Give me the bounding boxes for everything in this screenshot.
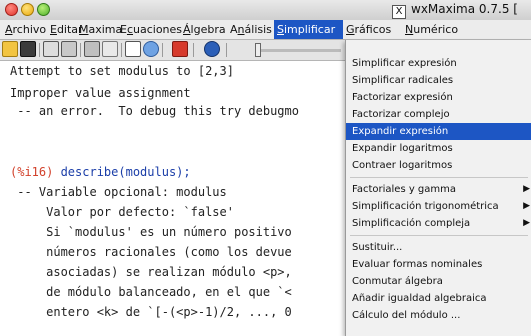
menu-item-simplificacion-compleja[interactable]: Simplificación compleja ▶: [346, 215, 531, 232]
output-text-line: asociadas) se realizan módulo <p>,: [10, 265, 292, 279]
menu-item-simplificar-expresion[interactable]: Simplificar expresión: [346, 55, 531, 72]
input-cell-line: (%i16) describe(modulus);: [10, 164, 191, 180]
animation-slider[interactable]: [255, 43, 261, 57]
select-all-icon[interactable]: [125, 41, 141, 57]
output-text-line: entero <k> de `[-(<p>-1)/2, ..., 0: [10, 305, 292, 319]
menu-maxima[interactable]: Maxima: [76, 20, 122, 39]
window-title-text: wxMaxima 0.7.5 [: [411, 2, 518, 16]
menu-item-factorizar-expresion[interactable]: Factorizar expresión: [346, 89, 531, 106]
menu-item-label: Contraer logaritmos: [352, 160, 453, 171]
minimize-window-button[interactable]: [21, 3, 34, 16]
preferences-icon[interactable]: [61, 41, 77, 57]
menu-item-label: Factorizar complejo: [352, 109, 450, 120]
output-text-line: Si `modulus' es un número positivo: [10, 225, 292, 239]
menu-item-sustituir[interactable]: Sustituir...: [346, 239, 531, 256]
menu-editar[interactable]: Editar: [47, 20, 83, 39]
menu-item-label: Simplificar radicales: [352, 75, 454, 86]
menu-archivo[interactable]: Archivo: [2, 20, 46, 39]
menu-item-label: Simplificación trigonométrica: [352, 201, 499, 212]
menu-item-expandir-expresion[interactable]: Expandir expresión: [346, 123, 531, 140]
toolbar-separator: [121, 43, 122, 57]
menu-item-label: Simplificación compleja: [352, 218, 471, 229]
print-icon[interactable]: [43, 41, 59, 57]
menu-item-label: Factorizar expresión: [352, 92, 453, 103]
menu-separator: [350, 177, 528, 178]
menu-item-label: Añadir igualdad algebraica: [352, 293, 487, 304]
output-text-line: de módulo balanceado, en el que `<: [10, 285, 292, 299]
input-label: (%i16): [10, 165, 61, 179]
save-icon[interactable]: [20, 41, 36, 57]
input-command[interactable]: describe(modulus);: [61, 165, 191, 179]
settings-icon[interactable]: [143, 41, 159, 57]
menu-item-label: Expandir logaritmos: [352, 143, 453, 154]
output-text-line: números racionales (como los devue: [10, 245, 292, 259]
output-text-line: Attempt to set modulus to [2,3]: [10, 64, 234, 78]
menu-item-contraer-logaritmos[interactable]: Contraer logaritmos: [346, 157, 531, 174]
cut-icon[interactable]: [102, 41, 118, 57]
menu-numerico[interactable]: Numérico: [402, 20, 462, 39]
output-text-line: Valor por defecto: `false': [10, 205, 234, 219]
output-text-line: -- Variable opcional: modulus: [10, 185, 227, 199]
toolbar-separator: [193, 43, 194, 57]
toolbar-separator: [80, 43, 81, 57]
output-text-line: -- an error. To debug this try debugmo: [10, 104, 299, 118]
menu-item-label: Evaluar formas nominales: [352, 259, 483, 270]
menu-item-evaluar-formas-nominales[interactable]: Evaluar formas nominales: [346, 256, 531, 273]
output-text-line: Improper value assignment: [10, 86, 191, 100]
menu-item-factoriales-y-gamma[interactable]: Factoriales y gamma ▶: [346, 181, 531, 198]
toolbar-separator: [162, 43, 163, 57]
menu-item-label: Sustituir...: [352, 242, 403, 253]
menu-item-label: Factoriales y gamma: [352, 184, 457, 195]
menu-item-label: Expandir expresión: [352, 126, 449, 137]
menu-simplificar[interactable]: Simplificar: [274, 20, 343, 39]
menu-item-label: Cálculo del módulo ...: [352, 310, 461, 321]
window-title: XwxMaxima 0.7.5 [: [392, 2, 518, 19]
menu-item-simplificacion-trigonometrica[interactable]: Simplificación trigonométrica ▶: [346, 198, 531, 215]
copy-icon[interactable]: [84, 41, 100, 57]
toolbar-separator: [226, 43, 227, 57]
menu-item-conmutar-algebra[interactable]: Conmutar álgebra: [346, 273, 531, 290]
info-icon[interactable]: [204, 41, 220, 57]
menu-item-label: Conmutar álgebra: [352, 276, 443, 287]
zoom-window-button[interactable]: [37, 3, 50, 16]
menu-item-label: Simplificar expresión: [352, 58, 457, 69]
menu-algebra[interactable]: Álgebra: [180, 20, 226, 39]
menu-item-anadir-igualdad-algebraica[interactable]: Añadir igualdad algebraica: [346, 290, 531, 307]
submenu-arrow-icon: ▶: [523, 218, 530, 228]
submenu-arrow-icon: ▶: [523, 184, 530, 194]
close-window-button[interactable]: [5, 3, 18, 16]
x11-app-icon: X: [392, 5, 406, 19]
menu-bar: Archivo Editar Maxima Ecuaciones Álgebra Anál…: [0, 20, 531, 40]
animation-slider-track: [261, 49, 341, 52]
open-folder-icon[interactable]: [2, 41, 18, 57]
stop-icon[interactable]: [172, 41, 188, 57]
menu-analisis[interactable]: Análisis: [227, 20, 273, 39]
title-bar: XwxMaxima 0.7.5 [: [0, 0, 531, 21]
menu-item-calculo-del-modulo[interactable]: Cálculo del módulo ...: [346, 307, 531, 324]
menu-graficos[interactable]: Gráficos: [343, 20, 403, 39]
worksheet[interactable]: Attempt to set modulus to [2,3] Improper …: [0, 61, 360, 336]
menu-ecuaciones[interactable]: Ecuaciones: [117, 20, 182, 39]
menu-item-factorizar-complejo[interactable]: Factorizar complejo: [346, 106, 531, 123]
toolbar-separator: [39, 43, 40, 57]
menu-separator: [350, 235, 528, 236]
menu-item-expandir-logaritmos[interactable]: Expandir logaritmos: [346, 140, 531, 157]
simplificar-menu-dropdown: Simplificar expresión Simplificar radical…: [345, 40, 531, 336]
submenu-arrow-icon: ▶: [523, 201, 530, 211]
menu-item-simplificar-radicales[interactable]: Simplificar radicales: [346, 72, 531, 89]
